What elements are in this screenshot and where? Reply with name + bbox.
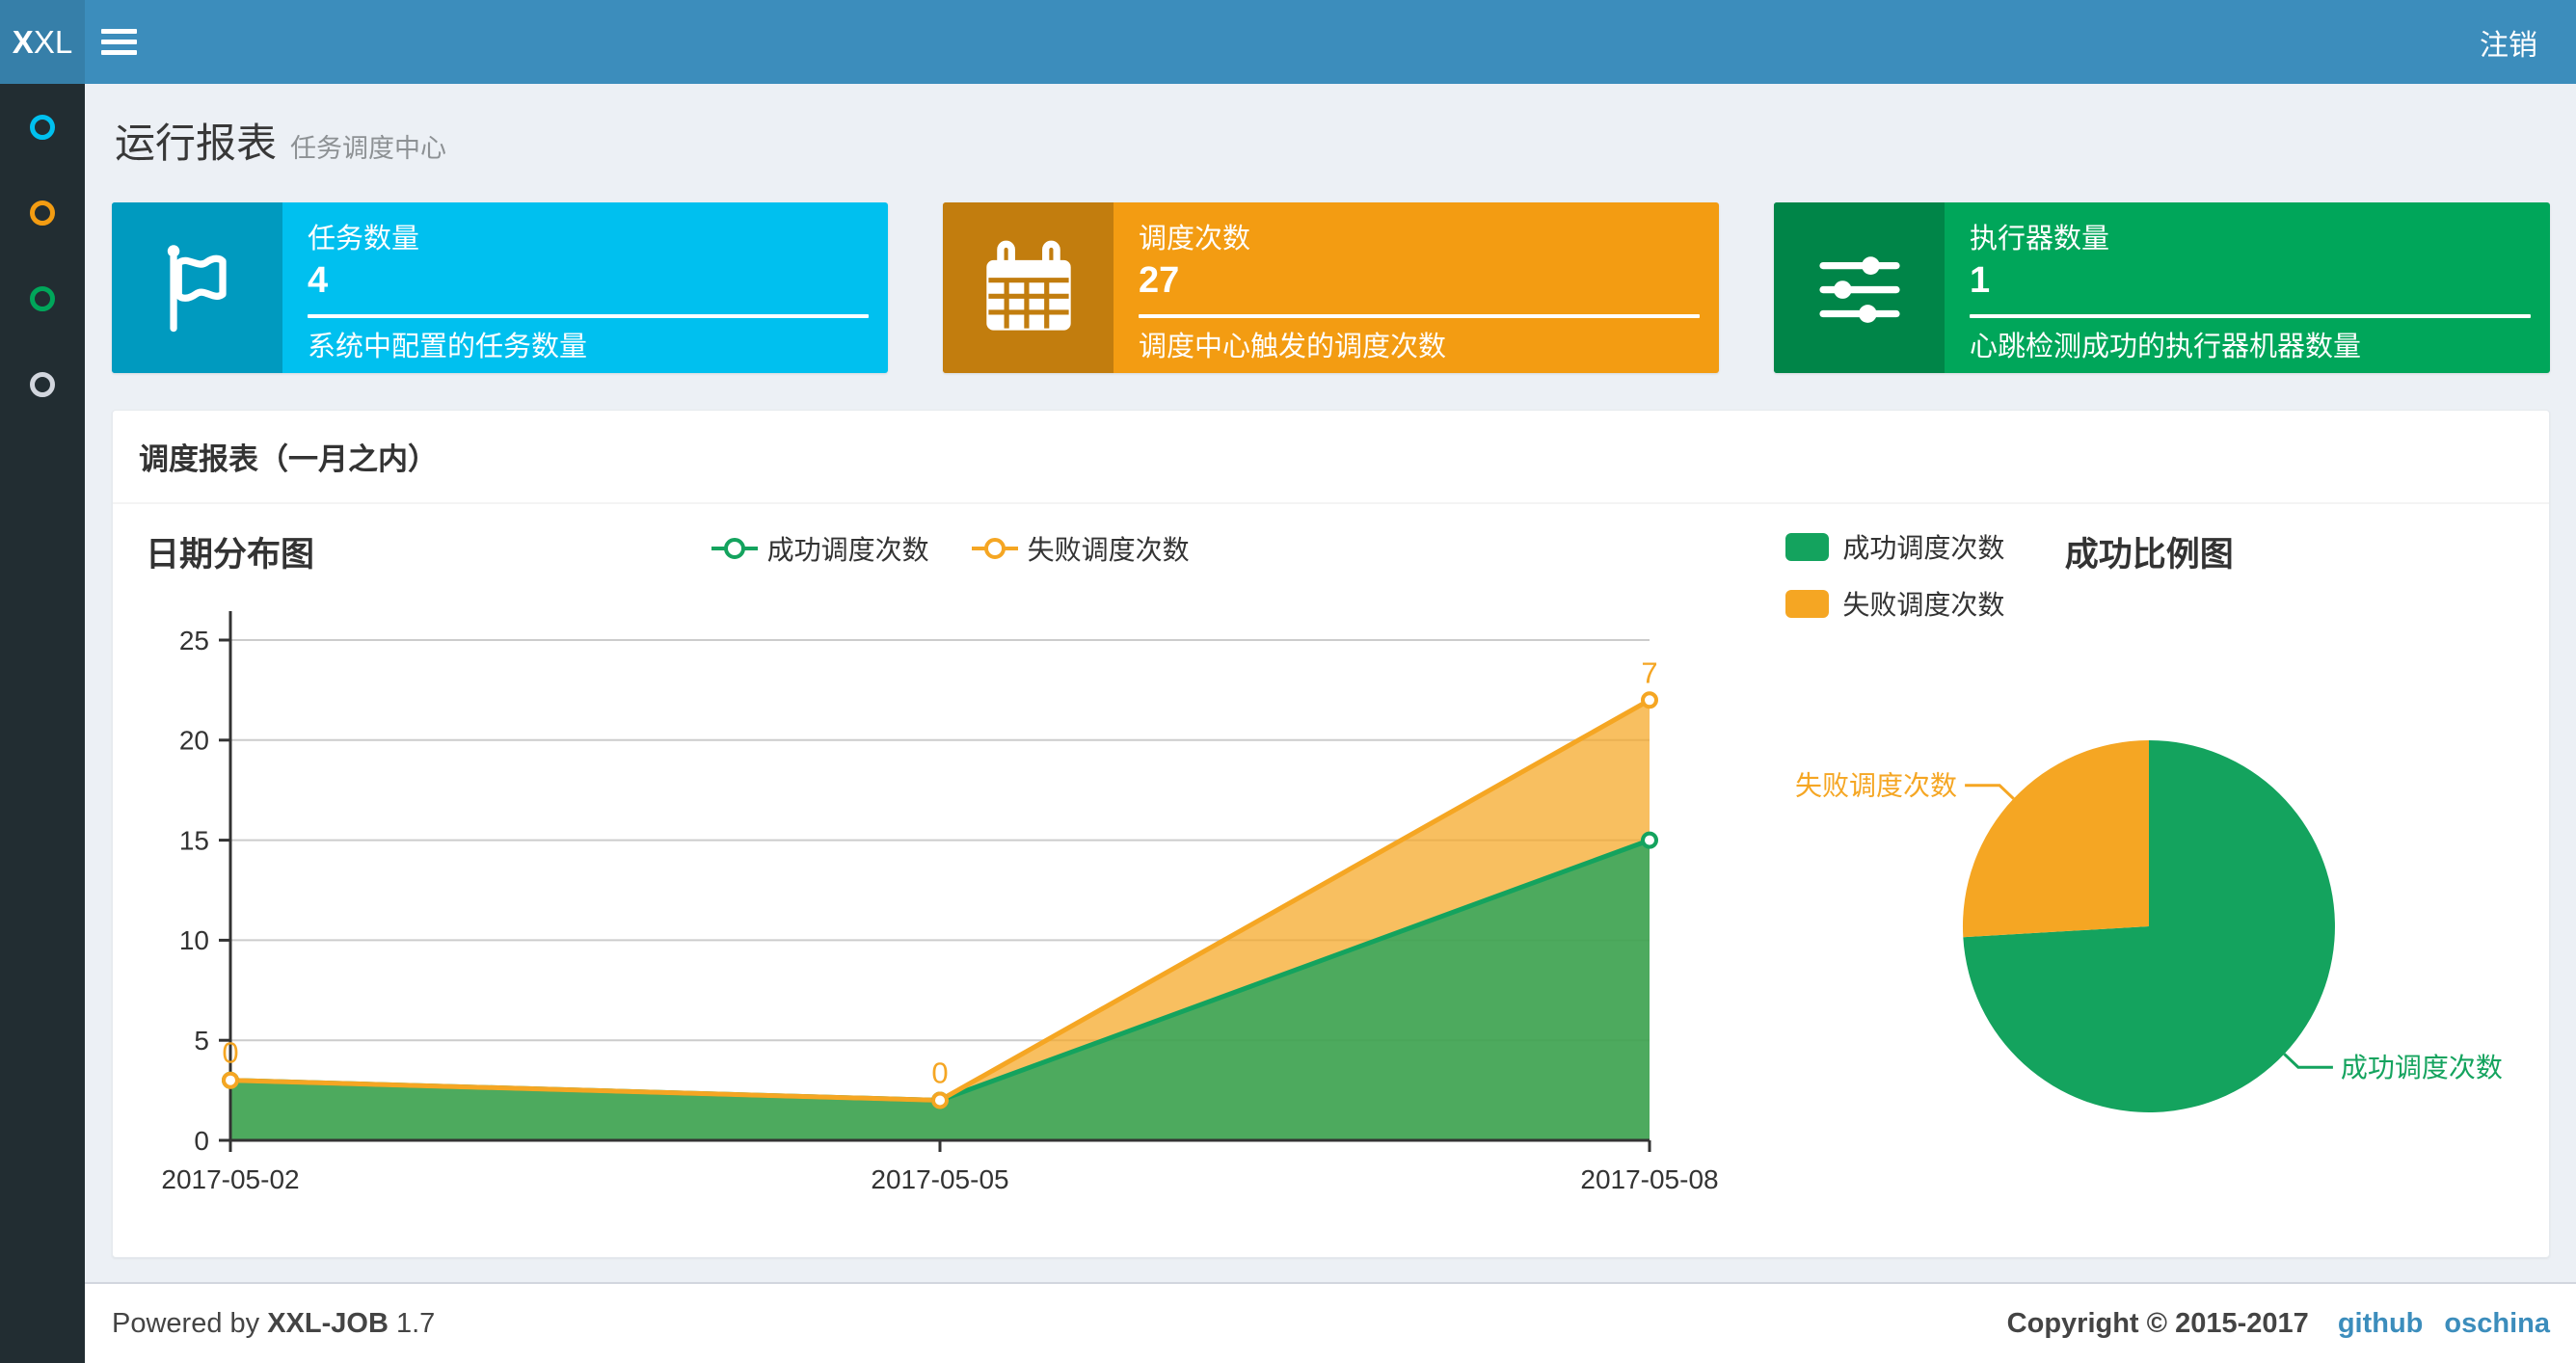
stat-value: 4 (308, 260, 329, 301)
stat-box-jobs: 任务数量 4 系统中配置的任务数量 (112, 202, 888, 373)
divider (1139, 314, 1700, 318)
pie-chart-canvas[interactable]: 成功调度次数 失败调度次数 (1764, 577, 2526, 1194)
svg-text:7: 7 (1641, 655, 1657, 689)
circle-icon (30, 285, 55, 311)
logo-text-bold: X (12, 23, 34, 60)
sidebar (0, 84, 85, 1363)
svg-text:0: 0 (931, 1056, 948, 1089)
calendar-icon (943, 202, 1114, 373)
divider (308, 314, 869, 318)
divider (1970, 314, 2531, 318)
panel-title: 调度报表（一月之内） (113, 411, 2549, 504)
legend-item-失败调度次数[interactable]: 失败调度次数 (971, 529, 1190, 568)
line-chart-canvas[interactable]: 05101520252017-05-02 2017-05-05 2017-05-08… (136, 577, 1765, 1194)
sidebar-item-4[interactable] (0, 341, 85, 427)
stat-boxes-row: 任务数量 4 系统中配置的任务数量 调度次数 27 调度中心触发的调度次数 执行… (85, 202, 2576, 373)
stat-value: 27 (1139, 260, 1180, 301)
pie-legend-swatch-icon (1785, 532, 1830, 561)
stat-description: 心跳检测成功的执行器机器数量 (1970, 332, 2362, 362)
footer-powered-by: Powered by XXL-JOB 1.7 (112, 1307, 436, 1339)
app-logo[interactable]: X XL (0, 0, 85, 84)
report-panel: 调度报表（一月之内） 日期分布图 成功调度次数 失败调度次数 0 5 10 15 20 25… (112, 410, 2550, 1258)
svg-text:成功调度次数: 成功调度次数 (2341, 1053, 2503, 1082)
footer-copyright: Copyright © 2015-2017 github oschina (2006, 1307, 2550, 1340)
page-header: 运行报表 任务调度中心 (85, 84, 2576, 174)
flag-icon (112, 202, 282, 373)
line-legend-marker-icon (971, 538, 1018, 559)
page-title: 运行报表 任务调度中心 (115, 120, 447, 166)
content-area: 运行报表 任务调度中心 任务数量 4 系统中配置的任务数量 调度次数 27 调度… (85, 84, 2576, 1282)
line-chart-legend: 成功调度次数 失败调度次数 (136, 529, 1764, 568)
legend-item-成功调度次数[interactable]: 成功调度次数 (1785, 527, 2004, 566)
sidebar-item-1[interactable] (0, 84, 85, 170)
pie-chart-title: 成功比例图 (2064, 536, 2234, 574)
stat-value: 1 (1970, 260, 1991, 301)
success-ratio-chart[interactable]: 成功比例图 成功调度次数 失败调度次数 成功调度次数 失败调度次数 (1764, 520, 2526, 1194)
svg-text:20: 20 (179, 726, 209, 756)
circle-icon (30, 114, 55, 140)
legend-item-成功调度次数[interactable]: 成功调度次数 (711, 529, 929, 568)
svg-text:15: 15 (179, 825, 209, 855)
svg-text:0: 0 (222, 1036, 238, 1070)
top-navbar: X XL 注销 (0, 0, 2576, 84)
sidebar-item-3[interactable] (0, 255, 85, 341)
logout-link[interactable]: 注销 (2480, 0, 2537, 84)
stat-description: 调度中心触发的调度次数 (1139, 332, 1447, 362)
line-legend-marker-icon (711, 538, 758, 559)
sidebar-item-2[interactable] (0, 170, 85, 255)
github-link[interactable]: github (2338, 1308, 2424, 1340)
svg-text:0: 0 (194, 1126, 209, 1156)
stat-label: 调度次数 (1139, 224, 1251, 254)
main-footer: Powered by XXL-JOB 1.7 Copyright © 2015-… (85, 1282, 2576, 1363)
svg-text:2017-05-02: 2017-05-02 (161, 1164, 299, 1194)
sliders-icon (1774, 202, 1945, 373)
svg-text:2017-05-08: 2017-05-08 (1580, 1164, 1718, 1194)
stat-label: 执行器数量 (1970, 224, 2110, 254)
svg-text:10: 10 (179, 925, 209, 955)
logo-text: XL (33, 23, 73, 60)
svg-text:2017-05-05: 2017-05-05 (871, 1164, 1008, 1194)
circle-icon (30, 200, 55, 226)
svg-text:25: 25 (179, 626, 209, 655)
stat-description: 系统中配置的任务数量 (308, 332, 588, 362)
hamburger-icon (101, 29, 137, 34)
svg-text:5: 5 (194, 1026, 209, 1056)
stat-label: 任务数量 (308, 224, 420, 254)
stat-box-triggers: 调度次数 27 调度中心触发的调度次数 (943, 202, 1719, 373)
circle-icon (30, 371, 55, 397)
svg-text:失败调度次数: 失败调度次数 (1795, 771, 1957, 801)
oschina-link[interactable]: oschina (2444, 1308, 2550, 1340)
stat-box-executors: 执行器数量 1 心跳检测成功的执行器机器数量 (1774, 202, 2550, 373)
page-subtitle: 任务调度中心 (290, 134, 447, 163)
date-distribution-chart[interactable]: 日期分布图 成功调度次数 失败调度次数 0 5 10 15 20 25 2017-05-02 2… (136, 520, 1764, 1194)
sidebar-toggle-button[interactable] (101, 0, 159, 84)
